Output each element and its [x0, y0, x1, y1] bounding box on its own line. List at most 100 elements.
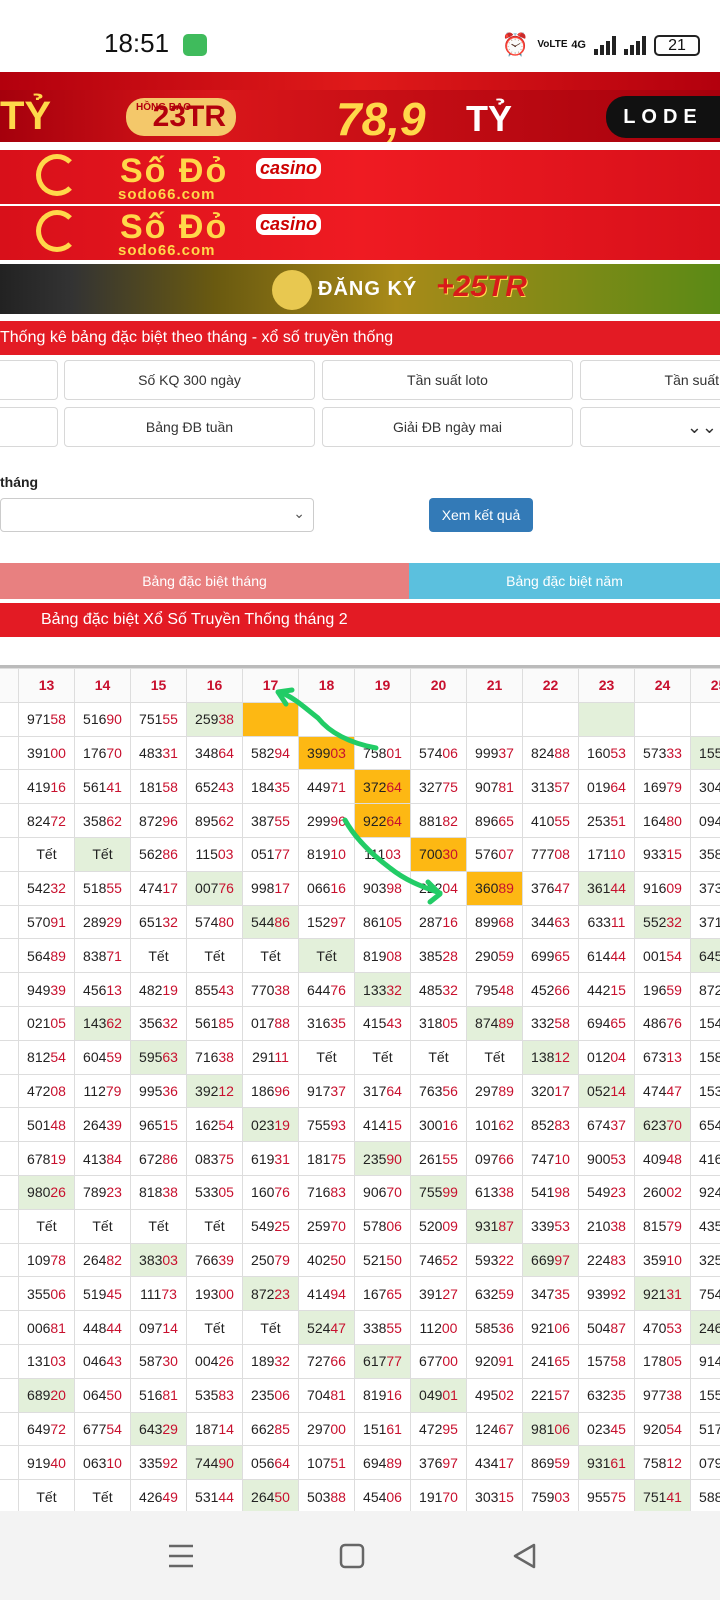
prefix-digits: 111: [364, 846, 386, 863]
ad-banner-lode[interactable]: TỶ HỒNG BAO 23TR 78,9 TỶ LODE: [0, 90, 720, 142]
result-cell: 67819: [18, 1141, 75, 1176]
prefix-digits: 063: [83, 1454, 107, 1471]
loto-digits: 41: [106, 778, 122, 795]
result-cell: 68920: [18, 1377, 75, 1413]
result-cell: 36144: [578, 870, 635, 906]
ad-banner-top-partial[interactable]: [0, 72, 720, 90]
loto-digits: 86: [274, 913, 290, 930]
loto-digits: 32: [386, 981, 402, 998]
ad-banner-dangky[interactable]: ĐĂNG KÝ +25TR: [0, 264, 720, 314]
result-cell: 59563: [130, 1039, 187, 1075]
prefix-digits: 112: [419, 1319, 442, 1336]
nav-button-partial-left-2[interactable]: [0, 407, 58, 447]
loto-digits: 50: [274, 1488, 290, 1505]
loto-digits: 55: [386, 1319, 402, 1336]
ad-banner-sodo-1[interactable]: Số Đỏ casino sodo66.com: [0, 150, 720, 204]
result-cell: 37264: [354, 769, 411, 805]
loto-digits: 83: [610, 1251, 626, 1268]
view-results-button[interactable]: Xem kết quả: [429, 498, 533, 532]
prefix-digits: 094: [699, 812, 720, 829]
result-cell: 22204: [410, 870, 467, 906]
loto-digits: 87: [610, 1319, 626, 1336]
prefix-digits: 435: [699, 1218, 720, 1235]
expand-menu-button[interactable]: ⌄⌄: [580, 407, 720, 447]
home-icon[interactable]: [339, 1543, 365, 1569]
prefix-digits: 158: [699, 1049, 720, 1066]
loto-digits: 39: [50, 981, 66, 998]
nav-button-tan-suat-loto[interactable]: Tần suất loto: [322, 360, 573, 400]
prefix-digits: 318: [419, 1015, 443, 1032]
result-cell: 40948: [634, 1141, 691, 1176]
table-row: 67819 41384 67286 08375 61931 18175 23590 26155…: [0, 1141, 720, 1176]
nav-button-partial-left[interactable]: [0, 360, 58, 400]
result-cell: 75155: [130, 701, 187, 737]
loto-digits: 62: [498, 1116, 514, 1133]
prefix-digits: 777: [531, 846, 555, 863]
loto-digits: 38: [498, 1184, 514, 1201]
tab-month[interactable]: Bảng đặc biệt tháng: [0, 563, 409, 599]
ad-banner-sodo-2[interactable]: Số Đỏ casino sodo66.com: [0, 206, 720, 260]
loto-digits: 17: [554, 1082, 570, 1099]
prefix-digits: 133: [363, 981, 387, 998]
result-cell: 86105: [354, 904, 411, 940]
loto-digits: 76: [330, 981, 346, 998]
result-cell: 09766: [466, 1141, 523, 1176]
loto-digits: 48: [50, 1116, 66, 1133]
loto-digits: 00: [50, 744, 66, 761]
loto-digits: 75: [218, 1150, 234, 1167]
loto-digits: 35: [610, 1387, 626, 1404]
prefix-digits: 744: [195, 1454, 219, 1471]
loto-digits: 61: [386, 1420, 402, 1437]
result-cell: [690, 701, 720, 737]
result-cell: 11279: [74, 1073, 131, 1109]
nav-button-kq-300[interactable]: Số KQ 300 ngày: [64, 360, 315, 400]
nav-button-tan-suat[interactable]: Tần suất: [580, 360, 720, 400]
prefix-digits: 552: [643, 913, 667, 930]
result-cell: 98106: [522, 1411, 579, 1447]
result-cell: 05214: [578, 1073, 635, 1109]
loto-digits: 53: [554, 1218, 570, 1235]
prefix-digits: 338: [363, 1319, 387, 1336]
prefix-digits: 259: [307, 1218, 331, 1235]
sodo-logo-icon: [36, 154, 78, 196]
month-select[interactable]: ⌄: [0, 498, 314, 532]
result-cell: 11200: [410, 1310, 467, 1345]
result-cell: Tết: [130, 938, 187, 974]
nav-button-db-tuan[interactable]: Bảng ĐB tuần: [64, 407, 315, 447]
result-cell: 15545: [690, 735, 720, 771]
back-icon[interactable]: [512, 1543, 536, 1569]
loto-digits: 05: [666, 1353, 682, 1370]
result-cell: 86959: [522, 1445, 579, 1481]
nav-button-db-ngay-mai[interactable]: Giải ĐB ngày mai: [322, 407, 573, 447]
result-cell: [0, 1242, 19, 1278]
result-cell: 60459: [74, 1039, 131, 1075]
prefix-digits: 246: [699, 1319, 720, 1336]
loto-digits: 06: [274, 1387, 290, 1404]
loto-digits: 70: [666, 1116, 682, 1133]
result-cell: 91609: [634, 870, 691, 906]
loto-digits: 81: [330, 1387, 346, 1404]
tab-year[interactable]: Bảng đặc biệt năm: [409, 563, 720, 599]
prefix-digits: 143: [83, 1015, 107, 1032]
prefix-digits: 644: [307, 981, 331, 998]
menu-icon[interactable]: [167, 1543, 195, 1569]
prefix-digits: 387: [251, 812, 275, 829]
result-cell: 61931: [242, 1141, 299, 1176]
prefix-digits: 399: [307, 744, 331, 761]
chevron-down-icon: ⌄⌄: [686, 417, 717, 437]
prefix-digits: 472: [27, 1082, 51, 1099]
loto-digits: 10: [106, 1454, 122, 1471]
prefix-digits: 617: [363, 1353, 387, 1370]
result-cell: 74652: [410, 1242, 467, 1278]
prefix-digits: 176: [83, 744, 107, 761]
prefix-digits: 358: [83, 812, 107, 829]
loto-digits: 06: [50, 1285, 66, 1302]
result-cell: 56286: [130, 836, 187, 872]
prefix-digits: 064: [83, 1387, 107, 1404]
prefix-digits: 544: [251, 913, 275, 930]
prefix-digits: 678: [27, 1150, 51, 1167]
prefix-digits: 051: [251, 846, 275, 863]
loto-digits: 90: [386, 1150, 402, 1167]
prefix-digits: 210: [587, 1218, 611, 1235]
result-cell: 37168: [690, 904, 720, 940]
